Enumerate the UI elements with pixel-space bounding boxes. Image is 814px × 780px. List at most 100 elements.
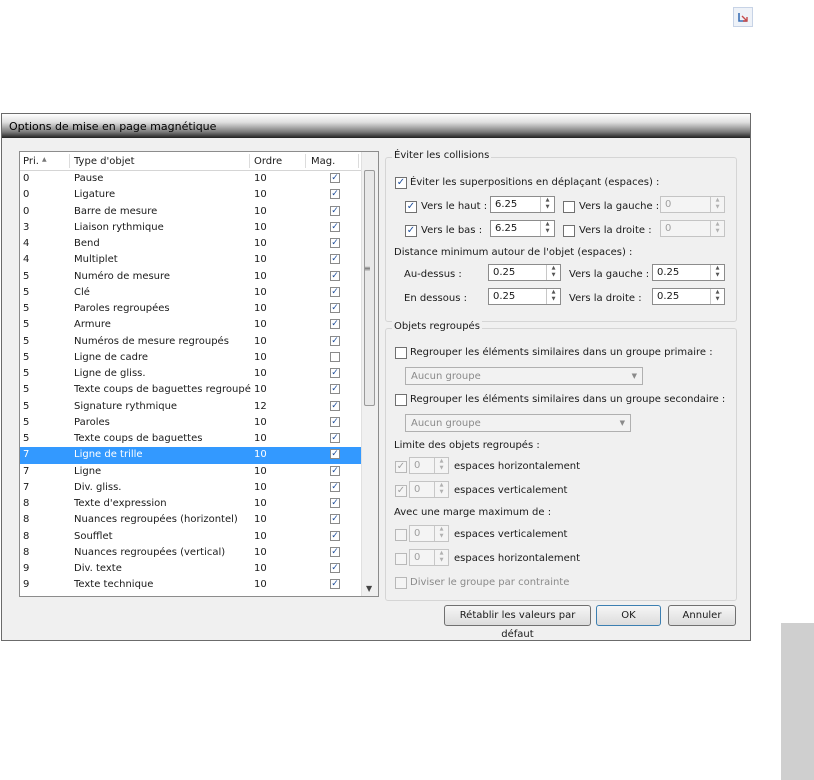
spin-down-icon[interactable]: ▼ [547,272,560,279]
table-row[interactable]: 4 Bend 10 ✓ [20,236,363,252]
spin-down-icon[interactable]: ▼ [711,204,724,211]
spin-up-icon[interactable]: ▲ [435,458,448,465]
col-header-mag[interactable]: Mag. [311,156,335,167]
spin-up-icon[interactable]: ▲ [435,482,448,489]
table-row[interactable]: 7 Div. gliss. 10 ✓ [20,480,363,496]
margin-h-spinner[interactable]: 0 ▲ ▼ [409,549,449,566]
mag-checkbox[interactable]: ✓ [330,465,340,476]
left-checkbox[interactable] [563,201,575,213]
mag-checkbox[interactable]: ✓ [330,189,340,200]
primary-group-checkbox[interactable] [395,347,407,359]
table-row[interactable]: 5 Ligne de gliss. 10 ✓ [20,366,363,382]
above-spinner[interactable]: 0.25 ▲ ▼ [488,264,561,281]
mag-checkbox[interactable]: ✓ [330,270,340,281]
table-row[interactable]: 5 Numéros de mesure regroupés 10 ✓ [20,334,363,350]
reset-defaults-button[interactable]: Rétablir les valeurs par défaut [444,605,591,640]
spin-up-icon[interactable]: ▲ [541,221,554,228]
mag-checkbox[interactable]: ✓ [330,416,340,427]
table-row[interactable]: 0 Barre de mesure 10 ✓ [20,204,363,220]
mag-checkbox[interactable]: ✓ [330,221,340,232]
spin-down-icon[interactable]: ▼ [711,228,724,235]
table-row[interactable]: 5 Paroles regroupées 10 ✓ [20,301,363,317]
mag-checkbox[interactable]: ✓ [330,530,340,541]
spin-down-icon[interactable]: ▼ [435,489,448,496]
table-row[interactable]: 5 Ligne de cadre 10 [20,350,363,366]
table-row[interactable]: 9 Div. texte 10 ✓ [20,561,363,577]
table-row[interactable]: 3 Liaison rythmique 10 ✓ [20,220,363,236]
spin-down-icon[interactable]: ▼ [435,465,448,472]
up-checkbox[interactable]: ✓ [405,201,417,213]
table-row[interactable]: 5 Numéro de mesure 10 ✓ [20,269,363,285]
below-spinner[interactable]: 0.25 ▲ ▼ [488,288,561,305]
down-spinner[interactable]: 6.25 ▲ ▼ [490,220,555,237]
mag-checkbox[interactable] [330,351,340,362]
scroll-down-icon[interactable]: ▼ [366,584,372,593]
spin-up-icon[interactable]: ▲ [541,197,554,204]
spin-down-icon[interactable]: ▼ [541,204,554,211]
mag-checkbox[interactable]: ✓ [330,303,340,313]
secondary-group-checkbox[interactable] [395,394,407,406]
mag-checkbox[interactable]: ✓ [330,205,340,216]
margin-h-checkbox[interactable] [395,553,407,565]
mag-checkbox[interactable]: ✓ [330,286,340,297]
mag-checkbox[interactable]: ✓ [330,481,340,492]
avoid-overlaps-checkbox[interactable]: ✓ [395,177,407,189]
split-group-checkbox[interactable] [395,577,407,589]
left-spinner[interactable]: 0 ▲ ▼ [660,196,725,213]
ok-button[interactable]: OK [596,605,661,626]
spin-up-icon[interactable]: ▲ [711,289,724,296]
right-spinner[interactable]: 0 ▲ ▼ [660,220,725,237]
secondary-group-select[interactable]: Aucun groupe ▼ [405,414,631,432]
limit-v-spinner[interactable]: 0 ▲ ▼ [409,481,449,498]
col-header-ordre[interactable]: Ordre [254,156,282,167]
margin-v-checkbox[interactable] [395,529,407,541]
mag-checkbox[interactable]: ✓ [330,433,340,443]
spin-up-icon[interactable]: ▲ [435,526,448,533]
spin-up-icon[interactable]: ▲ [711,221,724,228]
mag-checkbox[interactable]: ✓ [330,514,340,525]
mag-checkbox[interactable]: ✓ [330,368,340,378]
mag-checkbox[interactable]: ✓ [330,449,340,460]
table-row[interactable]: 9 Texte technique 10 ✓ [20,577,363,593]
table-row[interactable]: 7 Ligne de trille 10 ✓ [20,447,363,464]
table-row[interactable]: 0 Ligature 10 ✓ [20,187,363,203]
limit-v-checkbox[interactable]: ✓ [395,485,407,497]
table-row[interactable]: 8 Nuances regroupées (vertical) 10 ✓ [20,545,363,561]
table-row[interactable]: 7 Ligne 10 ✓ [20,464,363,480]
spin-down-icon[interactable]: ▼ [711,296,724,303]
mag-checkbox[interactable]: ✓ [330,335,340,346]
spin-down-icon[interactable]: ▼ [711,272,724,279]
resize-corner-icon[interactable] [733,7,753,27]
mag-checkbox[interactable]: ✓ [330,384,340,395]
spin-up-icon[interactable]: ▲ [435,550,448,557]
mag-checkbox[interactable]: ✓ [330,546,340,557]
down-checkbox[interactable]: ✓ [405,225,417,237]
list-scrollbar[interactable]: ≡ ▼ [361,152,378,596]
scrollbar-thumb[interactable] [364,170,375,406]
mag-checkbox[interactable]: ✓ [330,319,340,330]
mag-checkbox[interactable]: ✓ [330,173,340,183]
table-row[interactable]: 5 Texte coups de baguettes 10 ✓ [20,431,363,447]
spin-down-icon[interactable]: ▼ [435,533,448,540]
mag-checkbox[interactable]: ✓ [330,254,340,265]
table-row[interactable]: 8 Nuances regroupées (horizontel) 10 ✓ [20,512,363,528]
table-row[interactable]: 8 Texte d'expression 10 ✓ [20,496,363,512]
table-row[interactable]: 4 Multiplet 10 ✓ [20,252,363,268]
spin-up-icon[interactable]: ▲ [547,289,560,296]
mag-checkbox[interactable]: ✓ [330,563,340,573]
dist-left-spinner[interactable]: 0.25 ▲ ▼ [652,264,725,281]
margin-v-spinner[interactable]: 0 ▲ ▼ [409,525,449,542]
limit-h-spinner[interactable]: 0 ▲ ▼ [409,457,449,474]
mag-checkbox[interactable]: ✓ [330,498,340,508]
table-row[interactable]: 5 Clé 10 ✓ [20,285,363,301]
dist-right-spinner[interactable]: 0.25 ▲ ▼ [652,288,725,305]
table-row[interactable]: 5 Texte coups de baguettes regroupé 10 ✓ [20,382,363,398]
spin-up-icon[interactable]: ▲ [547,265,560,272]
spin-up-icon[interactable]: ▲ [711,197,724,204]
table-row[interactable]: 5 Signature rythmique 12 ✓ [20,399,363,415]
primary-group-select[interactable]: Aucun groupe ▼ [405,367,643,385]
cancel-button[interactable]: Annuler [668,605,736,626]
spin-down-icon[interactable]: ▼ [541,228,554,235]
spin-down-icon[interactable]: ▼ [547,296,560,303]
limit-h-checkbox[interactable]: ✓ [395,461,407,473]
